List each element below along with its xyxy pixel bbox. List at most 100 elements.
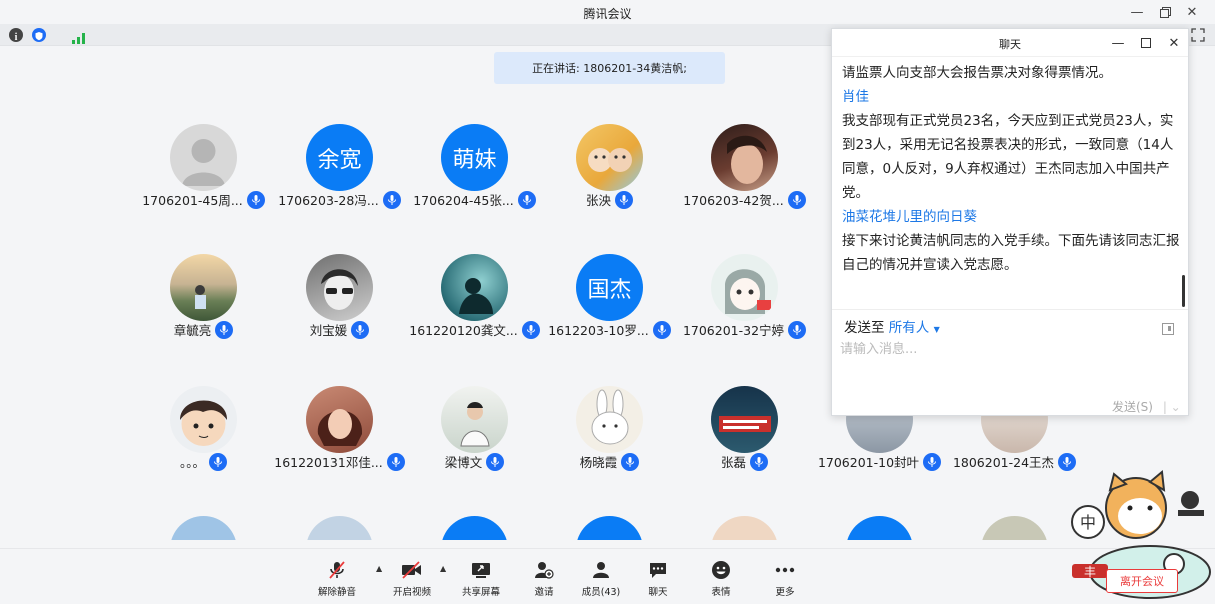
default-avatar-icon xyxy=(170,124,237,191)
send-button[interactable]: 发送(S) | ⌄ xyxy=(1112,398,1181,415)
unmute-button[interactable]: 解除静音 xyxy=(305,559,369,601)
avatar: 余宽 xyxy=(306,124,373,191)
participant-name: 1706201-45周... xyxy=(142,193,243,208)
mic-icon xyxy=(486,452,505,471)
chat-button[interactable]: 聊天 xyxy=(626,559,690,601)
meeting-window: 腾讯会议 — ✕ i 正在讲话: 1806201-34黄洁帆; 1706201-… xyxy=(0,0,1215,604)
message-text: 请监票人向支部大会报告票决对象得票情况。 xyxy=(842,65,1112,81)
message-input[interactable] xyxy=(840,338,1140,360)
participant-name: 1706203-28冯... xyxy=(278,193,379,208)
message-sender[interactable]: 油菜花堆儿里的向日葵 xyxy=(842,205,1180,229)
mic-icon xyxy=(351,320,370,339)
chat-message: 请监票人向支部大会报告票决对象得票情况。 xyxy=(842,61,1180,85)
members-button[interactable]: 成员(43) xyxy=(569,559,633,601)
mic-icon xyxy=(246,190,265,209)
share-screen-label: 共享屏幕 xyxy=(461,587,500,598)
fullscreen-icon[interactable] xyxy=(1191,27,1205,42)
mic-icon xyxy=(923,452,942,471)
participant-tile[interactable]: 杨晓霞 xyxy=(542,372,677,482)
participant-name: 刘宝媛 xyxy=(309,323,348,338)
participant-tile[interactable]: 张磊 xyxy=(677,372,812,482)
chat-messages: 请监票人向支部大会报告票决对象得票情况。 肖佳 我支部现有正式党员23名，今天应… xyxy=(842,61,1180,309)
participant-tile[interactable]: 国杰 1612203-10罗... xyxy=(542,240,677,350)
emoji-icon xyxy=(711,559,731,581)
participant-tile[interactable] xyxy=(136,502,271,540)
mic-icon xyxy=(652,320,671,339)
participant-tile[interactable]: 1706203-42贺... xyxy=(677,110,812,220)
mic-icon xyxy=(386,452,405,471)
participant-tile[interactable] xyxy=(407,502,542,540)
participant-tile[interactable] xyxy=(542,502,677,540)
chat-title: 聊天 xyxy=(999,38,1021,51)
participant-tile[interactable]: 梁博文 xyxy=(407,372,542,482)
shield-icon[interactable] xyxy=(32,28,46,42)
mic-icon xyxy=(209,452,227,471)
participant-tile[interactable]: 刘宝媛 xyxy=(272,240,407,350)
start-video-button[interactable]: 开启视频 xyxy=(380,559,444,601)
photo-avatar xyxy=(170,254,237,321)
leave-meeting-button[interactable]: 离开会议 xyxy=(1106,569,1178,593)
participant-name: 1706203-42贺... xyxy=(683,193,784,208)
participant-tile[interactable]: 余宽 1706203-28冯... xyxy=(272,110,407,220)
title-bar: 腾讯会议 — ✕ xyxy=(0,0,1215,24)
photo-avatar xyxy=(711,254,778,321)
chat-close-icon[interactable]: ✕ xyxy=(1164,33,1184,53)
start-video-label: 开启视频 xyxy=(392,587,431,598)
avatar: 萌妹 xyxy=(441,124,508,191)
avatar xyxy=(576,516,643,540)
invite-label: 邀请 xyxy=(534,587,554,598)
participant-tile[interactable]: 161220120龚文... xyxy=(407,240,542,350)
mic-icon xyxy=(517,190,536,209)
invite-button[interactable]: 邀请 xyxy=(512,559,576,601)
minimize-icon[interactable]: — xyxy=(1126,2,1148,22)
participant-name: 1806201-24王杰 xyxy=(952,455,1055,470)
more-button[interactable]: 更多 xyxy=(753,559,817,601)
info-icon[interactable]: i xyxy=(9,28,23,43)
participant-name: 1706201-10封叶 xyxy=(817,455,920,470)
caret-down-icon[interactable]: ▼ xyxy=(934,325,940,334)
chat-message: 肖佳 我支部现有正式党员23名，今天应到正式党员23人，实到23人，采用无记名投… xyxy=(842,85,1180,205)
reactions-button[interactable]: 表情 xyxy=(689,559,753,601)
video-options-icon[interactable]: ▲ xyxy=(440,564,446,573)
photo-avatar xyxy=(306,516,373,540)
avatar xyxy=(441,516,508,540)
participant-tile[interactable]: 章毓亮 xyxy=(136,240,271,350)
participant-tile[interactable]: 1706201-45周... xyxy=(136,110,271,220)
send-options-icon[interactable]: | ⌄ xyxy=(1163,400,1181,414)
mic-icon xyxy=(621,452,640,471)
send-button-label: 发送(S) xyxy=(1112,400,1153,414)
share-screen-button[interactable]: 共享屏幕 xyxy=(449,559,513,601)
meeting-toolbar: 解除静音 ▲ 开启视频 ▲ 共享屏幕 邀请 成员(43) 聊天 表情 更多 xyxy=(0,548,1215,604)
chat-maximize-icon[interactable] xyxy=(1136,33,1156,53)
file-icon[interactable] xyxy=(1162,320,1174,335)
participant-tile[interactable]: 161220131邓佳... xyxy=(272,372,407,482)
members-label: 成员(43) xyxy=(581,587,621,598)
chat-scrollbar[interactable] xyxy=(1182,275,1185,307)
participant-tile[interactable]: 萌妹 1706204-45张... xyxy=(407,110,542,220)
participant-tile[interactable]: 张泱 xyxy=(542,110,677,220)
chat-icon xyxy=(648,559,668,581)
participant-tile[interactable] xyxy=(812,502,947,540)
mic-icon xyxy=(382,190,401,209)
participant-tile[interactable] xyxy=(677,502,812,540)
unmute-label: 解除静音 xyxy=(317,587,356,598)
photo-avatar xyxy=(170,516,237,540)
participant-tile[interactable]: 。。。 xyxy=(136,372,271,482)
photo-avatar xyxy=(576,386,643,453)
send-to-selector[interactable]: 发送至 所有人 ▼ xyxy=(844,316,940,336)
photo-avatar xyxy=(711,124,778,191)
signal-icon[interactable] xyxy=(72,29,88,44)
participant-tile[interactable] xyxy=(272,502,407,540)
mic-icon xyxy=(215,320,234,339)
video-off-icon xyxy=(401,559,423,581)
participant-name: 章毓亮 xyxy=(173,323,212,338)
invite-icon xyxy=(534,559,554,581)
chat-minimize-icon[interactable]: — xyxy=(1108,33,1128,53)
close-icon[interactable]: ✕ xyxy=(1181,2,1203,22)
message-text: 我支部现有正式党员23名，今天应到正式党员23人，实到23人，采用无记名投票表决… xyxy=(842,113,1174,201)
restore-icon[interactable] xyxy=(1154,2,1176,22)
message-sender[interactable]: 肖佳 xyxy=(842,85,1180,109)
participant-tile[interactable]: 1706201-32宁婷 xyxy=(677,240,812,350)
mic-icon xyxy=(788,320,807,339)
send-to-target[interactable]: 所有人 xyxy=(889,320,930,336)
